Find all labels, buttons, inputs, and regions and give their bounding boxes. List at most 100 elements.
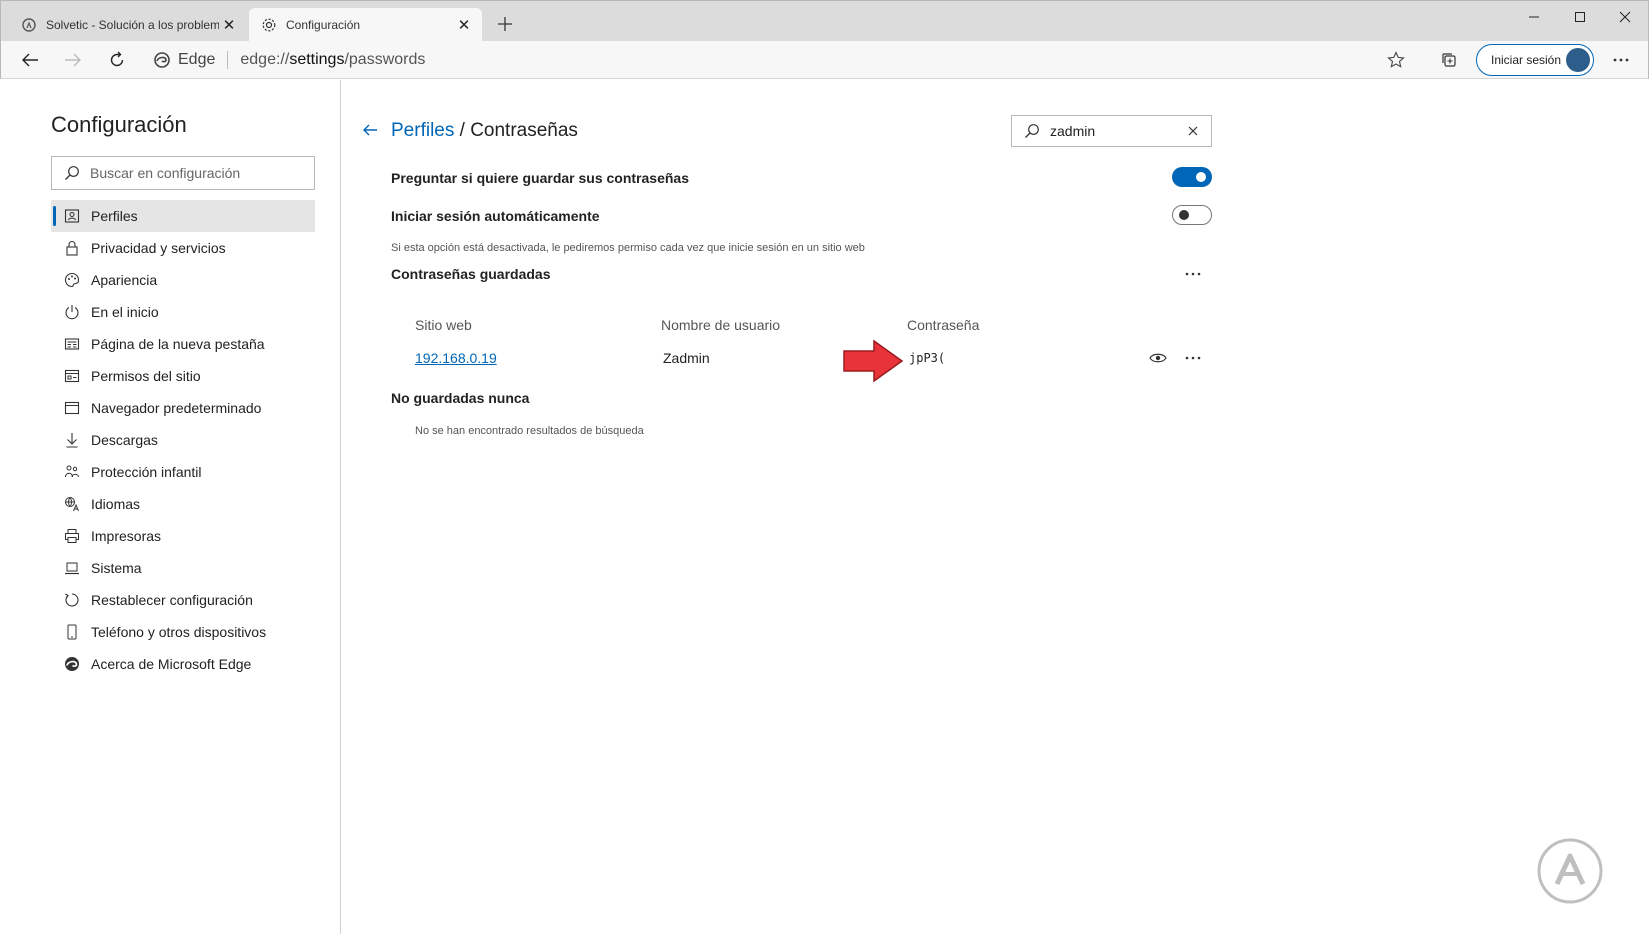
offer-save-toggle[interactable] <box>1172 167 1212 187</box>
clear-search-icon[interactable] <box>1183 126 1203 136</box>
url-path: /passwords <box>344 51 426 68</box>
column-header-site: Sitio web <box>415 317 472 333</box>
settings-search-input[interactable]: Buscar en configuración <box>51 156 315 190</box>
sidebar-item-privacidad[interactable]: Privacidad y servicios <box>51 232 315 264</box>
more-options-icon[interactable] <box>1181 264 1205 284</box>
red-arrow-annotation-icon <box>843 339 904 383</box>
language-icon <box>63 495 81 513</box>
saved-passwords-title: Contraseñas guardadas <box>391 266 551 282</box>
site-permissions-icon <box>63 367 81 385</box>
sidebar-item-label: Protección infantil <box>91 464 202 480</box>
divider <box>227 51 229 69</box>
offer-save-label: Preguntar si quiere guardar sus contrase… <box>391 170 689 186</box>
edge-logo-icon <box>63 655 81 673</box>
sidebar-item-acerca[interactable]: Acerca de Microsoft Edge <box>51 648 315 680</box>
sidebar-item-label: Descargas <box>91 432 158 448</box>
breadcrumb: Perfiles / Contraseñas <box>391 120 578 142</box>
gear-icon <box>261 17 277 33</box>
password-search-input[interactable]: zadmin <box>1011 115 1212 147</box>
edge-logo-icon <box>154 52 170 68</box>
sidebar-item-inicio[interactable]: En el inicio <box>51 296 315 328</box>
url-host: settings <box>289 51 345 68</box>
url-scheme: edge:// <box>240 51 290 68</box>
sidebar-item-label: Idiomas <box>91 496 141 512</box>
sidebar-item-proteccion[interactable]: Protección infantil <box>51 456 315 488</box>
page-title: Contraseñas <box>470 120 578 141</box>
sidebar-item-impresoras[interactable]: Impresoras <box>51 520 315 552</box>
sidebar-item-navegador[interactable]: Navegador predeterminado <box>51 392 315 424</box>
search-icon <box>1024 123 1040 139</box>
auto-signin-label: Iniciar sesión automáticamente <box>391 208 600 224</box>
sidebar-item-apariencia[interactable]: Apariencia <box>51 264 315 296</box>
download-icon <box>63 431 81 449</box>
favorite-star-icon[interactable] <box>1381 46 1411 74</box>
sidebar-item-label: Permisos del sitio <box>91 368 201 384</box>
sidebar-item-label: Perfiles <box>91 208 138 224</box>
forward-button[interactable] <box>58 46 88 74</box>
sidebar-item-nueva-pestana[interactable]: Página de la nueva pestaña <box>51 328 315 360</box>
sidebar-item-perfiles[interactable]: Perfiles <box>51 200 315 232</box>
tab-strip: Solvetic - Solución a los problem ✕ Conf… <box>0 0 1649 42</box>
sidebar-item-permisos[interactable]: Permisos del sitio <box>51 360 315 392</box>
signin-button[interactable]: Iniciar sesión <box>1476 44 1594 76</box>
no-results-text: No se han encontrado resultados de búsqu… <box>415 425 644 437</box>
breadcrumb-separator: / <box>454 120 471 141</box>
palette-icon <box>63 271 81 289</box>
back-button[interactable] <box>15 46 45 74</box>
lock-icon <box>63 239 81 257</box>
tab-label: Solvetic - Solución a los problem <box>46 18 219 32</box>
saved-site-link[interactable]: 192.168.0.19 <box>415 350 497 366</box>
sidebar-item-label: Página de la nueva pestaña <box>91 336 265 352</box>
back-arrow-icon[interactable] <box>360 120 380 140</box>
close-window-button[interactable] <box>1602 4 1648 30</box>
more-menu-icon[interactable] <box>1606 46 1636 74</box>
close-tab-icon[interactable]: ✕ <box>454 15 474 35</box>
sidebar-item-label: Privacidad y servicios <box>91 240 226 256</box>
printer-icon <box>63 527 81 545</box>
laptop-icon <box>63 559 81 577</box>
sidebar-item-descargas[interactable]: Descargas <box>51 424 315 456</box>
reset-icon <box>63 591 81 609</box>
signin-label: Iniciar sesión <box>1491 53 1562 67</box>
column-header-username: Nombre de usuario <box>661 317 781 333</box>
sidebar-item-label: Apariencia <box>91 272 158 288</box>
solvetic-icon <box>21 17 37 33</box>
search-placeholder: Buscar en configuración <box>90 165 241 181</box>
sidebar-item-label: En el inicio <box>91 304 159 320</box>
collections-icon[interactable] <box>1434 46 1464 74</box>
column-header-password: Contraseña <box>907 317 980 333</box>
sidebar-item-label: Navegador predeterminado <box>91 400 262 416</box>
sidebar-item-label: Acerca de Microsoft Edge <box>91 656 252 672</box>
sidebar-title: Configuración <box>51 112 187 137</box>
show-password-eye-icon[interactable] <box>1148 349 1168 367</box>
minimize-button[interactable] <box>1511 4 1557 30</box>
tab-label: Configuración <box>286 18 361 32</box>
address-bar[interactable]: Edge edge://settings/passwords <box>154 44 1398 76</box>
site-name: Edge <box>178 51 216 68</box>
sidebar-item-telefono[interactable]: Teléfono y otros dispositivos <box>51 616 315 648</box>
solvetic-watermark-icon <box>1537 838 1603 904</box>
sidebar-item-label: Teléfono y otros dispositivos <box>91 624 267 640</box>
profile-icon <box>63 207 81 225</box>
close-tab-icon[interactable]: ✕ <box>219 15 239 35</box>
search-icon <box>64 165 80 181</box>
sidebar-item-idiomas[interactable]: Idiomas <box>51 488 315 520</box>
tab-solvetic[interactable]: Solvetic - Solución a los problem ✕ <box>9 8 247 42</box>
breadcrumb-perfiles-link[interactable]: Perfiles <box>391 120 454 141</box>
sidebar-item-label: Impresoras <box>91 528 162 544</box>
sidebar-item-label: Restablecer configuración <box>91 592 253 608</box>
maximize-button[interactable] <box>1557 4 1603 30</box>
refresh-button[interactable] <box>102 46 132 74</box>
never-saved-title: No guardadas nunca <box>391 390 530 406</box>
new-tab-button[interactable] <box>493 12 517 36</box>
sidebar-item-sistema[interactable]: Sistema <box>51 552 315 584</box>
tab-configuracion[interactable]: Configuración ✕ <box>249 8 482 42</box>
auto-signin-toggle[interactable] <box>1172 205 1212 225</box>
settings-sidebar: Configuración Buscar en configuración Pe… <box>1 80 341 934</box>
passwords-page: Perfiles / Contraseñas zadmin Preguntar … <box>342 80 1648 934</box>
search-value: zadmin <box>1050 123 1096 139</box>
sidebar-item-restablecer[interactable]: Restablecer configuración <box>51 584 315 616</box>
row-more-options-icon[interactable] <box>1181 348 1205 368</box>
toggle-knob <box>1179 210 1189 220</box>
saved-username: Zadmin <box>663 350 710 366</box>
